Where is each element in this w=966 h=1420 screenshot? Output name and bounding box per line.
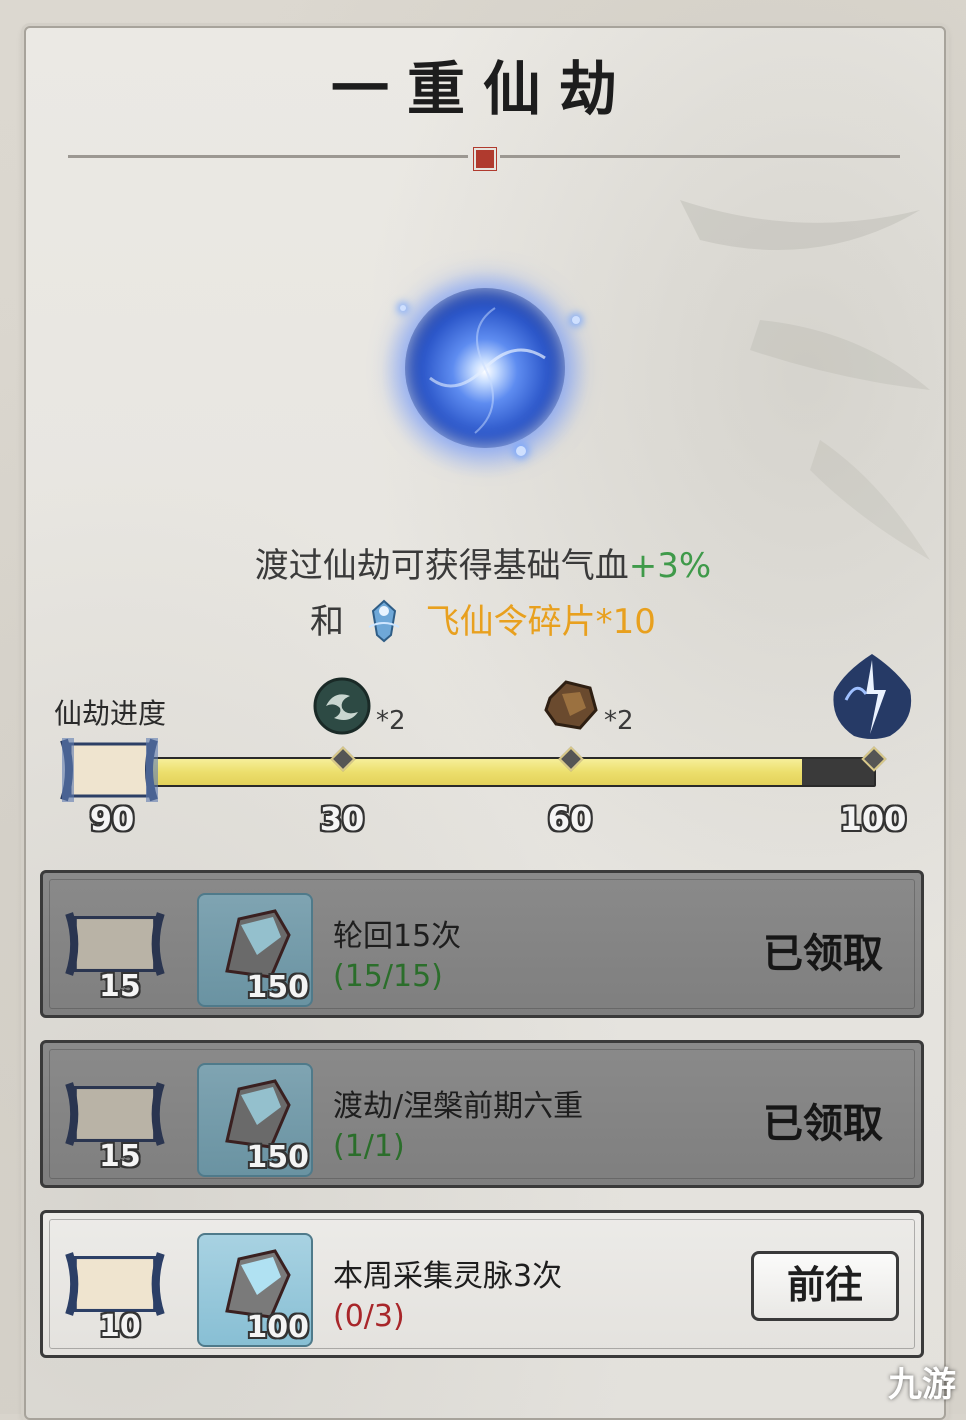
flying-immortal-token-icon xyxy=(368,599,400,642)
reward-description-line1: 渡过仙劫可获得基础气血+3% xyxy=(0,538,966,587)
milestone-60-label: 60 xyxy=(547,800,593,838)
reward-tile: 150 xyxy=(197,1063,313,1177)
progress-bar xyxy=(148,757,876,787)
task-title: 本周采集灵脉3次 xyxy=(333,1259,563,1294)
task-row: 10 100 本周采集灵脉3次 (0/3) 前往 xyxy=(40,1210,924,1358)
task-progress: (1/1) xyxy=(333,1129,405,1164)
task-progress: (15/15) xyxy=(333,959,443,994)
reward-amount: 150 xyxy=(246,1140,309,1175)
token-reward: 飞仙令碎片*10 xyxy=(425,602,656,642)
spark-icon xyxy=(516,446,526,456)
task-title: 渡劫/涅槃前期六重 xyxy=(333,1089,584,1124)
tribulation-orb xyxy=(380,270,590,480)
reward-amount: 100 xyxy=(246,1310,309,1345)
seal-icon xyxy=(473,147,497,171)
ore-stone-icon xyxy=(544,680,598,730)
spark-icon xyxy=(400,305,406,311)
reward-tile: 100 xyxy=(197,1233,313,1347)
task-progress: (0/3) xyxy=(333,1299,405,1334)
milestone-30-multiplier: *2 xyxy=(376,706,406,736)
claimed-status: 已领取 xyxy=(763,931,883,977)
claimed-status: 已领取 xyxy=(763,1101,883,1147)
reward-amount: 150 xyxy=(246,970,309,1005)
page-title: 一重仙劫 xyxy=(330,55,635,123)
bamboo-ink-decoration xyxy=(680,200,930,560)
task-points: 15 xyxy=(99,969,141,1004)
watermark-logo: 九游 xyxy=(888,1365,956,1405)
progress-current-value: 90 xyxy=(89,800,135,838)
spark-icon xyxy=(572,316,580,324)
milestone-100-label: 100 xyxy=(839,800,907,838)
go-button[interactable]: 前往 xyxy=(751,1251,899,1321)
task-points: 10 xyxy=(99,1309,141,1344)
task-row: 15 150 轮回15次 (15/15) 已领取 xyxy=(40,870,924,1018)
progress-label: 仙劫进度 xyxy=(54,697,167,730)
milestone-60-multiplier: *2 xyxy=(604,706,634,736)
task-points: 15 xyxy=(99,1139,141,1174)
reward-description-line2: 和 飞仙令碎片*10 xyxy=(0,594,966,647)
reward-tile: 150 xyxy=(197,893,313,1007)
description-prefix: 和 xyxy=(310,602,345,642)
milestone-30-label: 30 xyxy=(319,800,365,838)
description-text: 渡过仙劫可获得基础气血 xyxy=(254,546,629,586)
orb-swirl-icon xyxy=(429,307,546,434)
task-row: 15 150 渡劫/涅槃前期六重 (1/1) 已领取 xyxy=(40,1040,924,1188)
bonus-value: +3% xyxy=(628,546,712,586)
task-title: 轮回15次 xyxy=(333,919,462,954)
jade-coin-icon xyxy=(313,677,371,735)
lightning-flame-icon xyxy=(833,654,912,739)
progress-bar-fill xyxy=(150,759,802,785)
title-divider-right xyxy=(500,155,900,158)
title-divider-left xyxy=(68,155,468,158)
scroll-icon xyxy=(60,738,158,802)
